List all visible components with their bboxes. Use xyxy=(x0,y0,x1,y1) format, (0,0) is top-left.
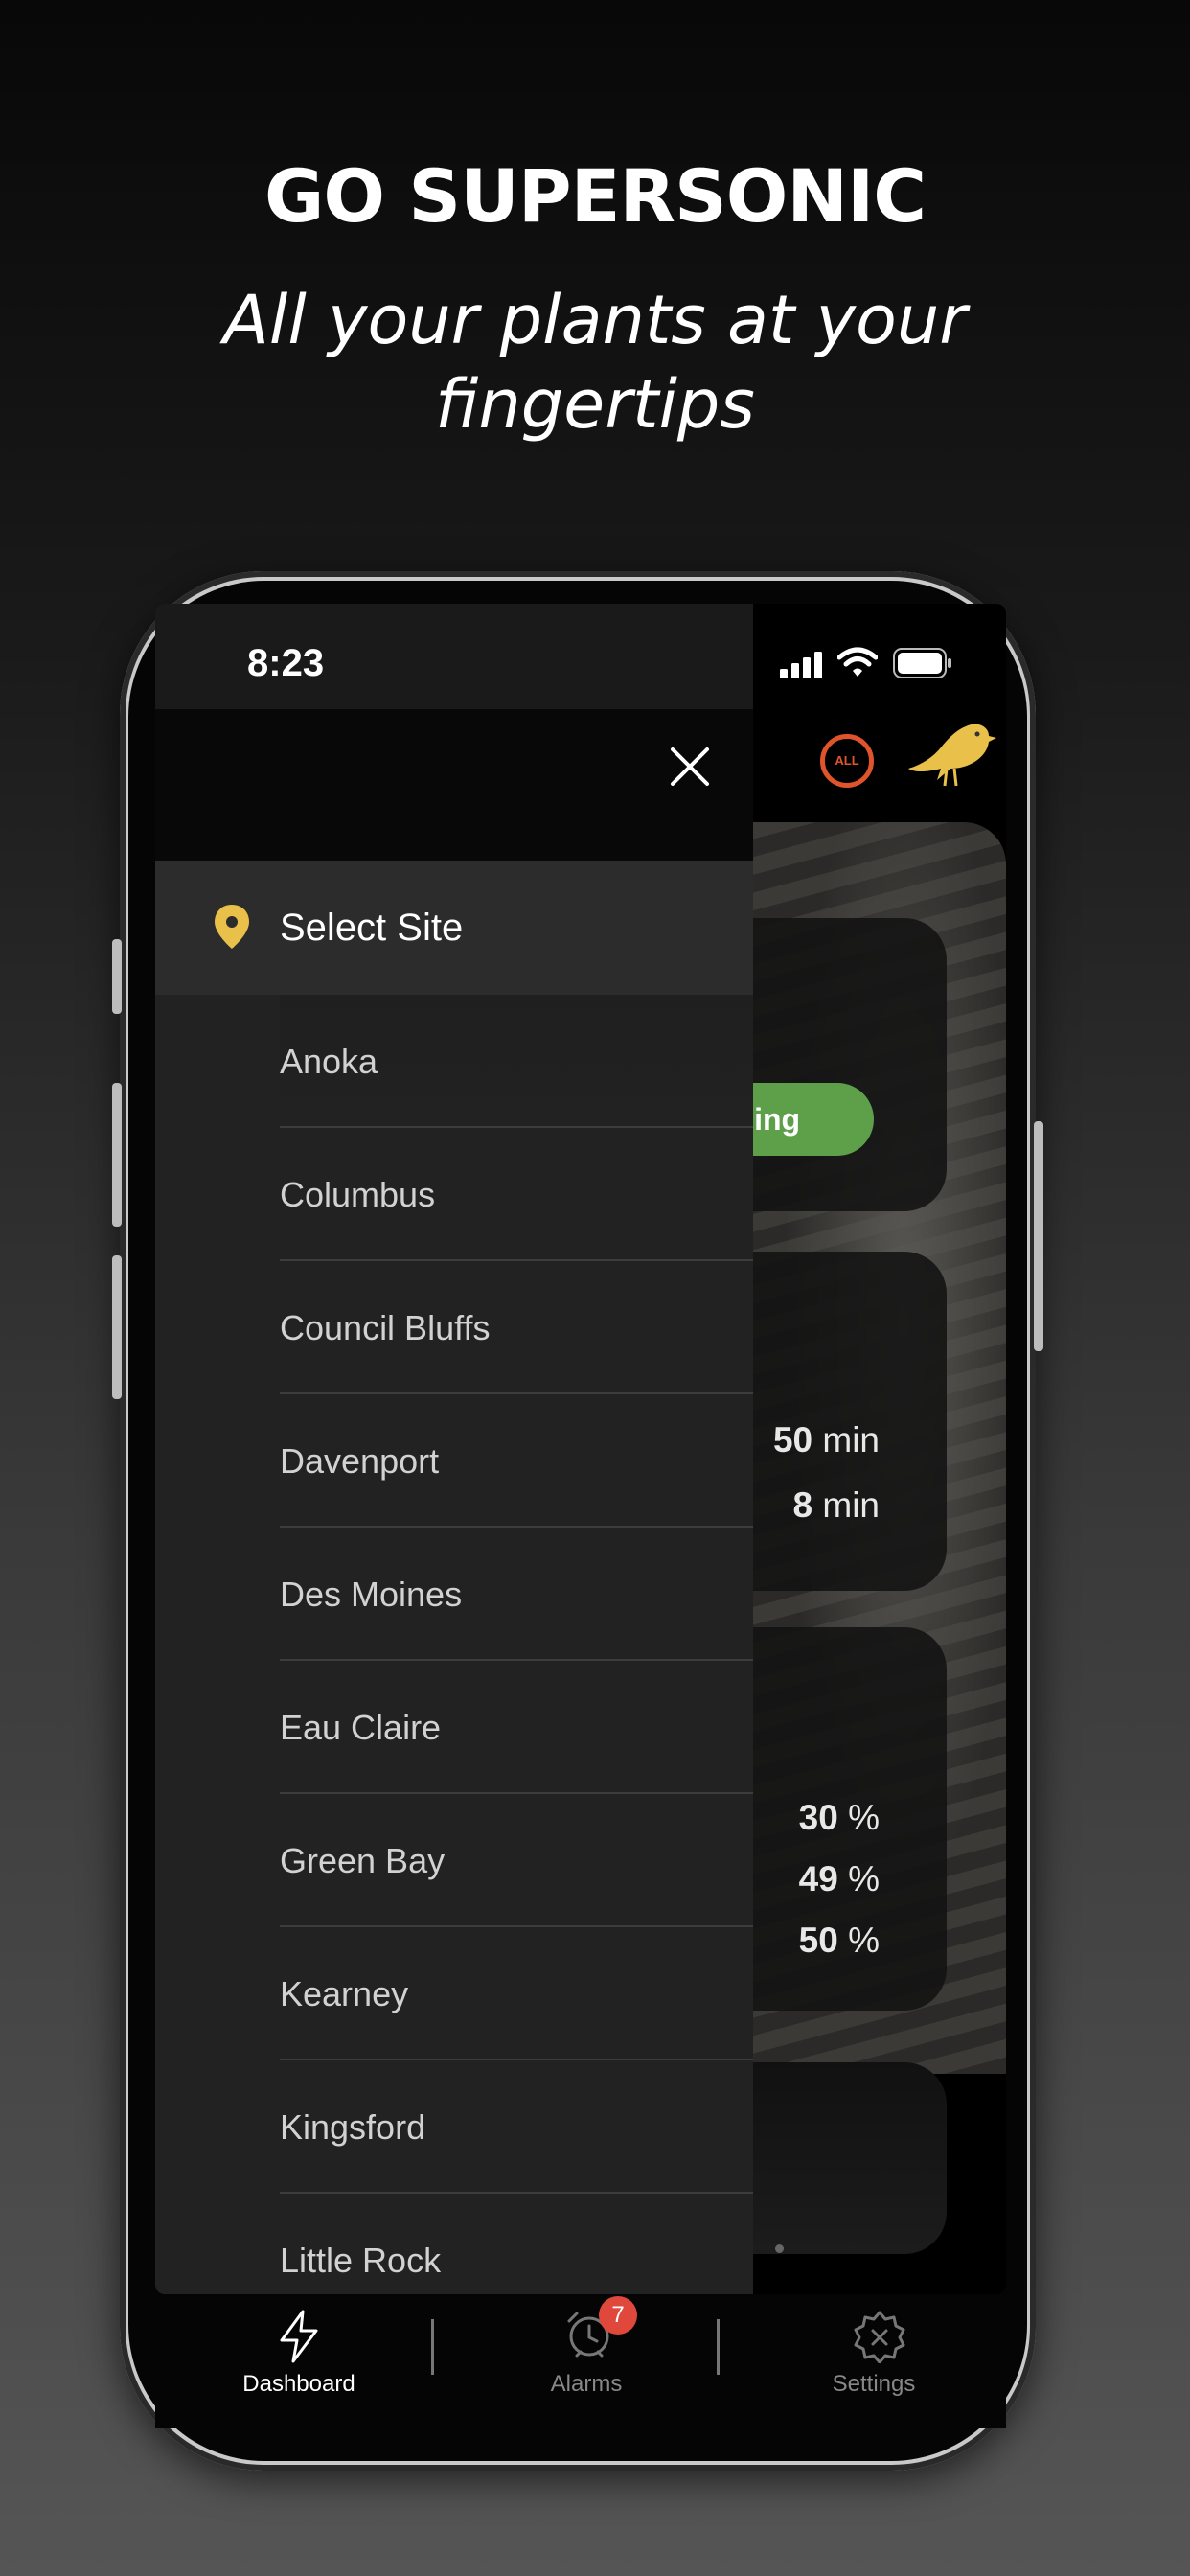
percentage-unit: % xyxy=(848,1798,880,1837)
tab-dashboard[interactable]: Dashboard xyxy=(174,2294,423,2428)
time-unit: min xyxy=(822,1420,880,1460)
drawer-header xyxy=(155,709,753,861)
site-item-davenport[interactable]: Davenport xyxy=(280,1394,753,1528)
time-unit: min xyxy=(822,1485,880,1525)
phone-screen: ALL nning 50 min 8 min 30 % 49 % 50 % Se… xyxy=(155,604,1006,2294)
select-site-header: Select Site xyxy=(155,861,753,995)
promo-headline: GO SUPERSONIC xyxy=(263,153,927,239)
cellular-signal-icon xyxy=(780,652,822,678)
status-bar: 8:23 xyxy=(155,604,1006,709)
site-drawer: Select Site Anoka Columbus Council Bluff… xyxy=(155,604,753,2294)
status-time: 8:23 xyxy=(247,642,325,684)
phone-side-button xyxy=(1034,1121,1043,1351)
bolt-icon xyxy=(280,2310,318,2363)
select-site-label: Select Site xyxy=(280,907,464,949)
site-item-des-moines[interactable]: Des Moines xyxy=(280,1528,753,1661)
page-indicator-dot[interactable] xyxy=(775,2244,784,2253)
time-value: 50 xyxy=(772,1420,813,1460)
percentage-value: 49 xyxy=(798,1859,838,1898)
site-list: Anoka Columbus Council Bluffs Davenport … xyxy=(155,995,753,2294)
tab-alarms[interactable]: 7 Alarms xyxy=(462,2294,711,2428)
percentage-unit: % xyxy=(848,1859,880,1898)
gear-icon xyxy=(854,2311,905,2363)
percentage-value: 30 xyxy=(798,1798,838,1837)
location-pin-icon xyxy=(215,905,249,949)
canary-logo-icon[interactable] xyxy=(908,719,996,799)
time-value: 8 xyxy=(792,1485,813,1525)
tab-divider xyxy=(431,2319,434,2375)
site-item-little-rock[interactable]: Little Rock xyxy=(280,2194,753,2294)
percentage-value: 50 xyxy=(798,1920,838,1960)
time-stat: 8 min xyxy=(793,1485,880,1526)
percentage-stat: 30 % xyxy=(799,1798,880,1838)
battery-icon xyxy=(893,648,951,678)
wifi-icon xyxy=(837,647,878,677)
site-item-council-bluffs[interactable]: Council Bluffs xyxy=(280,1261,753,1394)
close-icon[interactable] xyxy=(667,744,713,790)
tab-bar: Dashboard 7 Alarms Settings xyxy=(155,2294,1006,2428)
phone-side-button xyxy=(112,1255,122,1399)
tab-label: Dashboard xyxy=(242,2371,355,2397)
promo-subline: All your plants at your fingertips xyxy=(223,281,967,444)
site-item-kingsford[interactable]: Kingsford xyxy=(280,2060,753,2194)
site-item-eau-claire[interactable]: Eau Claire xyxy=(280,1661,753,1794)
tab-divider xyxy=(717,2319,720,2375)
site-item-kearney[interactable]: Kearney xyxy=(280,1927,753,2060)
percentage-unit: % xyxy=(848,1920,880,1960)
percentage-stat: 50 % xyxy=(799,1920,880,1961)
phone-side-button xyxy=(112,939,122,1014)
site-item-green-bay[interactable]: Green Bay xyxy=(280,1794,753,1927)
tab-settings[interactable]: Settings xyxy=(749,2294,998,2428)
percentage-stat: 49 % xyxy=(799,1859,880,1899)
tab-label: Alarms xyxy=(550,2371,623,2397)
tab-label: Settings xyxy=(832,2371,916,2397)
alarm-count-badge: 7 xyxy=(599,2296,637,2334)
all-sites-icon[interactable]: ALL xyxy=(820,734,874,788)
site-item-columbus[interactable]: Columbus xyxy=(280,1128,753,1261)
site-item-anoka[interactable]: Anoka xyxy=(280,995,753,1128)
time-stat: 50 min xyxy=(773,1420,880,1460)
phone-side-button xyxy=(112,1083,122,1227)
